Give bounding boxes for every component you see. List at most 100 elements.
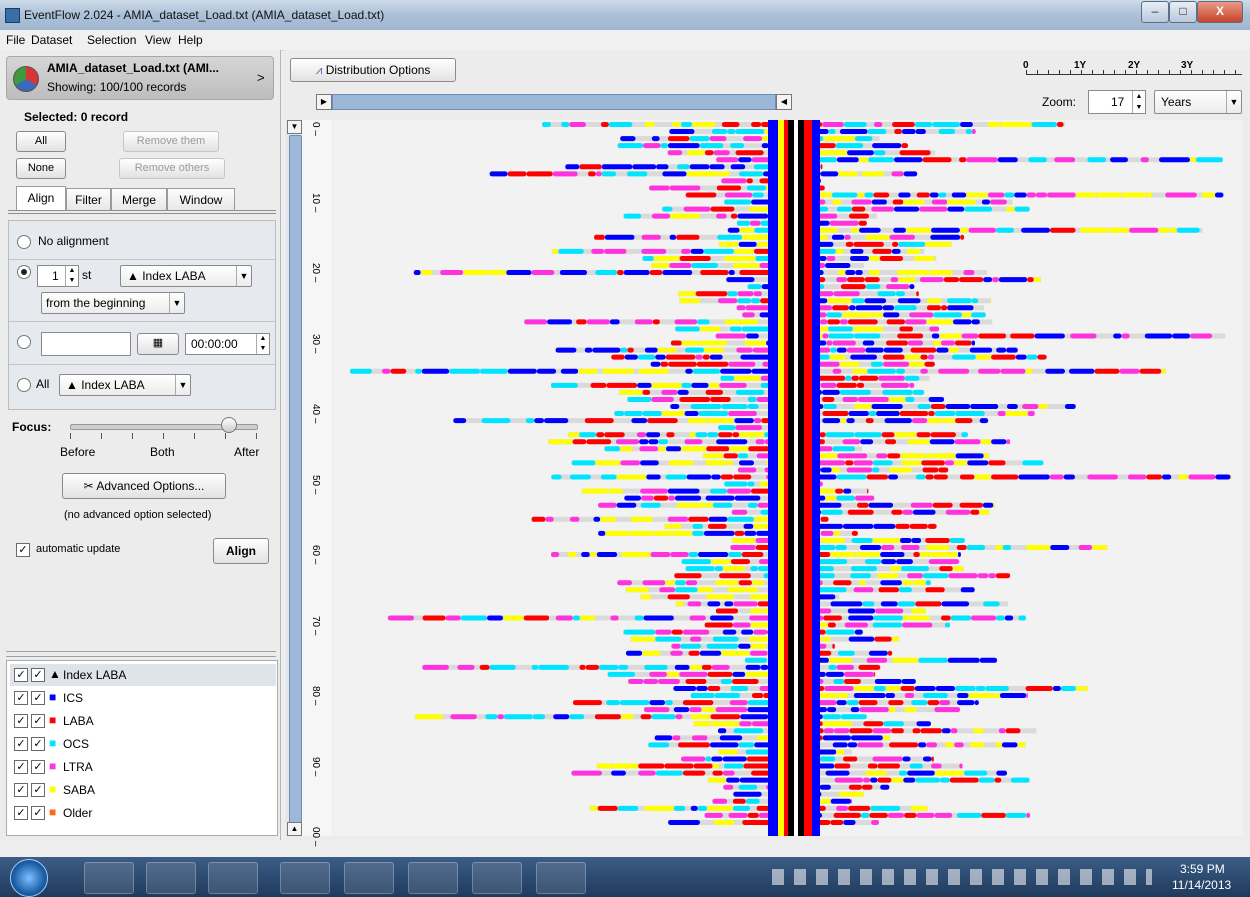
event-segment (828, 326, 853, 332)
taskbar-app-explorer[interactable] (84, 862, 134, 894)
tab-merge[interactable]: Merge (111, 188, 167, 211)
minimize-button[interactable]: – (1141, 1, 1169, 23)
tab-filter[interactable]: Filter (66, 188, 111, 211)
legend-visible-checkbox[interactable]: ✓ (14, 737, 28, 751)
legend-align-checkbox[interactable]: ✓ (31, 714, 45, 728)
hscroll-left-arrow[interactable]: ▶ (316, 94, 332, 110)
radio-nth-event[interactable] (17, 265, 31, 279)
select-all-button[interactable]: All (16, 131, 66, 152)
legend-row-ics[interactable]: ✓ ✓ ■ ICS (10, 687, 276, 709)
calendar-button[interactable]: ▦ (137, 333, 179, 355)
event-segment (1161, 474, 1172, 480)
legend-visible-checkbox[interactable]: ✓ (14, 783, 28, 797)
nth-stepper[interactable]: 1 ▲ ▼ (37, 265, 79, 287)
vscroll-thumb[interactable] (289, 135, 302, 825)
radio-no-alignment[interactable] (17, 235, 31, 249)
menu-selection[interactable]: Selection (87, 33, 136, 47)
legend-align-checkbox[interactable]: ✓ (31, 737, 45, 751)
taskbar-app-presentation[interactable] (472, 862, 522, 894)
legend-align-checkbox[interactable]: ✓ (31, 806, 45, 820)
vscroll-down-arrow[interactable]: ▲ (287, 822, 302, 836)
legend-visible-checkbox[interactable]: ✓ (14, 806, 28, 820)
radio-all-events[interactable] (17, 378, 31, 392)
time-stepper[interactable]: 00:00:00 ▲ ▼ (185, 333, 270, 355)
legend-row-older[interactable]: ✓ ✓ ■ Older (10, 802, 276, 824)
event-type-select[interactable]: ▲ Index LABA ▼ (120, 265, 252, 287)
stepper-arrows-icon[interactable]: ▲ ▼ (1132, 91, 1145, 113)
start-button[interactable] (10, 859, 48, 897)
event-segment (479, 664, 490, 670)
tray-icons[interactable] (772, 869, 1152, 885)
event-segment (1092, 545, 1108, 550)
legend-align-checkbox[interactable]: ✓ (31, 691, 45, 705)
taskbar-app-spreadsheet[interactable] (536, 862, 586, 894)
chevron-right-icon[interactable]: > (257, 70, 265, 85)
event-segment (684, 439, 703, 445)
legend-row-ltra[interactable]: ✓ ✓ ■ LTRA (10, 756, 276, 778)
maximize-button[interactable]: □ (1169, 1, 1197, 23)
menu-help[interactable]: Help (178, 33, 203, 47)
event-segment (866, 474, 889, 480)
event-segment (606, 700, 620, 706)
event-segment (828, 664, 837, 670)
dataset-header[interactable]: AMIA_dataset_Load.txt (AMI... Showing: 1… (6, 56, 274, 100)
taskbar-app-browser[interactable] (208, 862, 258, 894)
auto-update-checkbox[interactable]: ✓ (16, 543, 30, 557)
date-input[interactable] (41, 332, 131, 356)
menu-dataset[interactable]: Dataset (31, 33, 72, 47)
event-segment (681, 559, 711, 565)
remove-them-button[interactable]: Remove them (123, 131, 219, 152)
advanced-options-button[interactable]: ✂ Advanced Options... (62, 473, 226, 499)
event-segment (1018, 474, 1050, 480)
legend-align-checkbox[interactable]: ✓ (31, 760, 45, 774)
event-segment (726, 460, 733, 466)
event-segment (873, 150, 886, 156)
legend-visible-checkbox[interactable]: ✓ (14, 714, 28, 728)
remove-others-button[interactable]: Remove others (119, 158, 225, 179)
hscroll-right-arrow[interactable]: ◀ (776, 94, 792, 110)
from-select[interactable]: from the beginning ▼ (41, 292, 185, 314)
event-segment (1079, 227, 1109, 233)
event-flow-chart[interactable] (333, 120, 1243, 836)
vscroll-up-arrow[interactable]: ▼ (287, 120, 302, 134)
legend-visible-checkbox[interactable]: ✓ (14, 691, 28, 705)
legend-align-checkbox[interactable]: ✓ (31, 783, 45, 797)
legend-row-saba[interactable]: ✓ ✓ ■ SABA (10, 779, 276, 801)
panel-splitter[interactable] (6, 651, 276, 657)
tab-align[interactable]: Align (16, 186, 66, 211)
legend-align-checkbox[interactable]: ✓ (31, 668, 45, 682)
legend-row-laba[interactable]: ✓ ✓ ■ LABA (10, 710, 276, 732)
tab-window[interactable]: Window (167, 188, 235, 211)
stepper-arrows-icon[interactable]: ▲ ▼ (256, 334, 269, 354)
hscroll-thumb[interactable] (332, 94, 776, 110)
taskbar-app-mail[interactable] (280, 862, 330, 894)
align-button[interactable]: Align (213, 538, 269, 564)
event-segment (704, 502, 713, 508)
menu-file[interactable]: File (6, 33, 25, 47)
focus-after: After (234, 445, 260, 459)
event-segment (641, 495, 654, 501)
close-button[interactable]: X (1197, 1, 1243, 23)
legend-visible-checkbox[interactable]: ✓ (14, 760, 28, 774)
event-segment (638, 770, 656, 776)
event-segment (939, 700, 951, 706)
event-segment (920, 368, 928, 374)
event-segment (1026, 812, 1031, 818)
taskbar-app-paint[interactable] (408, 862, 458, 894)
stepper-arrows-icon[interactable]: ▲ ▼ (65, 266, 78, 286)
legend-row-index-laba[interactable]: ✓ ✓ ▲ Index LABA (10, 664, 276, 686)
zoom-unit-select[interactable]: Years ▼ (1154, 90, 1242, 114)
select-none-button[interactable]: None (16, 158, 66, 179)
taskbar-app-media[interactable] (146, 862, 196, 894)
distribution-options-button[interactable]: ⩘ Distribution Options (290, 58, 456, 82)
legend-row-ocs[interactable]: ✓ ✓ ■ OCS (10, 733, 276, 755)
menu-view[interactable]: View (145, 33, 171, 47)
all-event-select[interactable]: ▲ Index LABA ▼ (59, 374, 191, 396)
event-segment (895, 291, 905, 297)
focus-slider-thumb[interactable] (221, 417, 238, 433)
taskbar-app-java[interactable] (344, 862, 394, 894)
radio-date-time[interactable] (17, 335, 31, 349)
zoom-stepper[interactable]: 17 ▲ ▼ (1088, 90, 1146, 114)
event-segment (732, 671, 746, 677)
legend-visible-checkbox[interactable]: ✓ (14, 668, 28, 682)
